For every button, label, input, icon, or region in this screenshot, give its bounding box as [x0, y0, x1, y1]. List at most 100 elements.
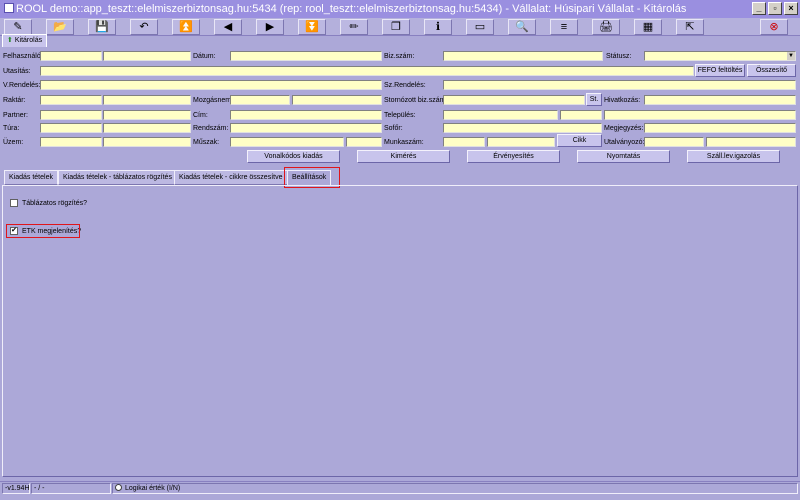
- cim-field[interactable]: [230, 110, 382, 120]
- save-icon[interactable]: 💾: [88, 19, 116, 35]
- tablazatos-rogzites-label: Táblázatos rögzítés?: [22, 199, 87, 207]
- megjegyzes-field[interactable]: [644, 123, 796, 133]
- sz-rendeles-field[interactable]: [443, 80, 796, 90]
- utalvanyozo-name-field[interactable]: [706, 137, 796, 147]
- edit-icon[interactable]: ✎: [4, 19, 32, 35]
- first-icon[interactable]: ⏫: [172, 19, 200, 35]
- munkaszam-name-field[interactable]: [487, 137, 555, 147]
- uzem-name-field[interactable]: [103, 137, 191, 147]
- undo-icon[interactable]: ↶: [130, 19, 158, 35]
- tab-kiadas-tetelek-tablazatos[interactable]: Kiadás tételek - táblázatos rögzítés: [58, 170, 177, 185]
- v-rendeles-field[interactable]: [40, 80, 382, 90]
- minimize-button[interactable]: _: [752, 2, 766, 15]
- kimeres-button[interactable]: Kimérés: [357, 150, 450, 163]
- tree-icon: ⬆: [7, 37, 13, 44]
- v-rendeles-label: V.Rendelés:: [3, 82, 41, 89]
- utasitas-label: Utasítás:: [3, 68, 31, 75]
- export-icon[interactable]: ⇱: [676, 19, 704, 35]
- print-icon[interactable]: 🖨: [592, 19, 620, 35]
- uzem-label: Üzem:: [3, 139, 24, 146]
- status-bar: -v1.94H - / - Logikai érték (I/N): [0, 481, 800, 494]
- mode-cell: - / -: [31, 483, 111, 494]
- felhasznalo-label: Felhasználó:: [3, 53, 43, 60]
- felhasznalo-field[interactable]: [40, 51, 102, 61]
- muszak-code-field[interactable]: [230, 137, 344, 147]
- hivatkozas-field[interactable]: [644, 95, 796, 105]
- next-icon[interactable]: ▶: [256, 19, 284, 35]
- nyomtatas-button[interactable]: Nyomtatás: [577, 150, 670, 163]
- sz-rendeles-label: Sz.Rendelés:: [384, 82, 426, 89]
- logical-value-hint: Logikai érték (I/N): [125, 485, 181, 492]
- mozgasnem-label: Mozgásnem:: [193, 97, 234, 104]
- window-icon[interactable]: ▭: [466, 19, 494, 35]
- datum-label: Dátum:: [193, 53, 216, 60]
- munkaszam-field[interactable]: [443, 137, 485, 147]
- list-icon[interactable]: ≡: [550, 19, 578, 35]
- utalvanyozo-code-field[interactable]: [644, 137, 704, 147]
- storno-biz-szam-field[interactable]: [443, 95, 585, 105]
- tura-code-field[interactable]: [40, 123, 102, 133]
- search-icon[interactable]: 🔍: [508, 19, 536, 35]
- etk-highlight-box: [6, 224, 80, 238]
- version-cell: -v1.94H: [2, 483, 30, 494]
- tablazatos-rogzites-checkbox[interactable]: [10, 199, 18, 207]
- hivatkozas-label: Hivatkozás:: [604, 97, 641, 104]
- chevron-down-icon: ▼: [787, 52, 795, 60]
- megjegyzes-label: Megjegyzés:: [604, 125, 644, 132]
- fefo-button[interactable]: FEFO feltöltés: [695, 64, 745, 77]
- app-icon: [4, 3, 14, 13]
- statusz-select[interactable]: ▼: [644, 51, 796, 61]
- cim-label: Cím:: [193, 112, 208, 119]
- st-button[interactable]: St.: [586, 93, 602, 106]
- utalvanyozo-label: Utalványozó:: [604, 139, 645, 146]
- prev-icon[interactable]: ◀: [214, 19, 242, 35]
- window-title: ROOL demo::app_teszt::elelmiszerbiztonsa…: [16, 3, 687, 15]
- vonalkodos-kiadas-button[interactable]: Vonalkódos kiadás: [247, 150, 340, 163]
- restore-button[interactable]: ▫: [768, 2, 782, 15]
- osszesito-button[interactable]: Összesítő: [747, 64, 796, 77]
- partner-name-field[interactable]: [103, 110, 191, 120]
- copy-icon[interactable]: ❐: [382, 19, 410, 35]
- telepules-extra-field[interactable]: [604, 110, 796, 120]
- szall-lev-igazolas-button[interactable]: Száll.lev.igazolás: [687, 150, 780, 163]
- partner-label: Partner:: [3, 112, 28, 119]
- mozgasnem-name-field[interactable]: [292, 95, 382, 105]
- mozgasnem-code-field[interactable]: [230, 95, 290, 105]
- uzem-code-field[interactable]: [40, 137, 102, 147]
- tab-kiadas-tetelek-cikkre[interactable]: Kiadás tételek - cikkre összesítve: [174, 170, 288, 185]
- muszak-name-field[interactable]: [346, 137, 382, 147]
- telepules-field[interactable]: [443, 110, 558, 120]
- statusz-label: Státusz:: [606, 53, 632, 60]
- telepules-zip-field[interactable]: [560, 110, 602, 120]
- ervenyesites-button[interactable]: Érvényesítés: [467, 150, 560, 163]
- pencil-icon[interactable]: ✏: [340, 19, 368, 35]
- datum-field[interactable]: [230, 51, 382, 61]
- telepules-label: Település:: [384, 112, 416, 119]
- partner-code-field[interactable]: [40, 110, 102, 120]
- form-tab-kitarolas[interactable]: ⬆ Kitárolás: [2, 34, 48, 47]
- raktar-name-field[interactable]: [103, 95, 191, 105]
- rendszam-field[interactable]: [230, 123, 382, 133]
- tablazatos-rogzites-row: Táblázatos rögzítés?: [10, 199, 87, 207]
- title-bar: ROOL demo::app_teszt::elelmiszerbiztonsa…: [0, 0, 800, 18]
- munkaszam-label: Munkaszám:: [384, 139, 424, 146]
- utasitas-field[interactable]: [40, 66, 694, 76]
- tab-kiadas-tetelek[interactable]: Kiadás tételek: [4, 170, 58, 185]
- cikk-button[interactable]: Cikk: [557, 134, 602, 147]
- sofor-field[interactable]: [443, 123, 602, 133]
- biz-szam-field[interactable]: [443, 51, 603, 61]
- open-icon[interactable]: 📂: [46, 19, 74, 35]
- last-icon[interactable]: ⏬: [298, 19, 326, 35]
- felhasznalo-name-field[interactable]: [103, 51, 191, 61]
- toolbar: ✎ 📂 💾 ↶ ⏫ ◀ ▶ ⏬ ✏ ❐ ℹ ▭ 🔍 ≡ 🖨 ▦ ⇱ ⊗: [0, 18, 800, 36]
- raktar-code-field[interactable]: [40, 95, 102, 105]
- close-button[interactable]: ×: [784, 2, 798, 15]
- muszak-label: Műszak:: [193, 139, 220, 146]
- status-radio: [115, 484, 122, 491]
- grid-icon[interactable]: ▦: [634, 19, 662, 35]
- exit-icon[interactable]: ⊗: [760, 19, 788, 35]
- biz-szam-label: Biz.szám:: [384, 53, 415, 60]
- settings-panel: [2, 185, 798, 477]
- tura-name-field[interactable]: [103, 123, 191, 133]
- info-icon[interactable]: ℹ: [424, 19, 452, 35]
